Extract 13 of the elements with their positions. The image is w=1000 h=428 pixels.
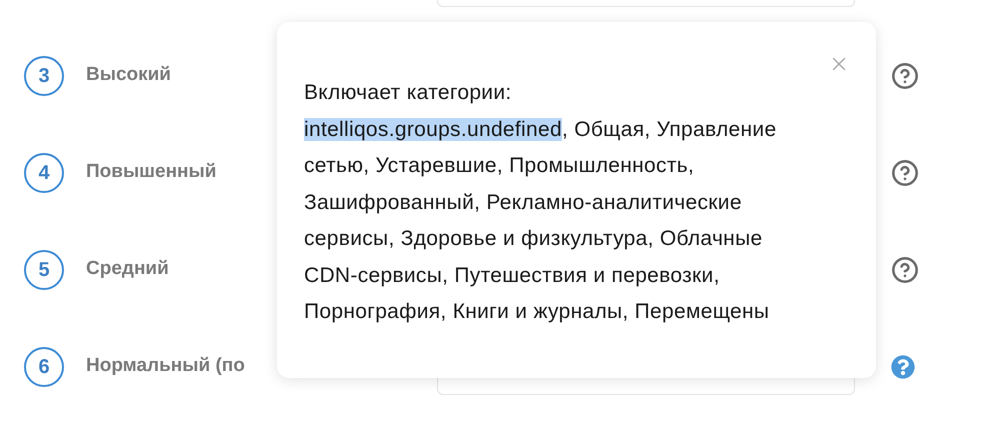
level-label: Нормальный (по — [86, 355, 245, 376]
popover-text: Включает категории: intelliqos.groups.undefined, Общая, Управление сетью, Устаревшие, Промышленность, Зашифрованный, Рекламно-аналитические сервисы, Здоровье и физкультура, Облачные CDN-сервисы, Путешествия и перевозки, Порнография, Книги и журналы, Перемещены — [304, 80, 778, 325]
level-number: 3 — [24, 56, 64, 96]
level-label: Повышенный — [86, 161, 216, 182]
help-icon[interactable] — [891, 354, 915, 378]
help-icon[interactable] — [891, 158, 919, 186]
level-number: 4 — [24, 152, 64, 192]
level-label: Средний — [86, 258, 169, 280]
help-icon[interactable] — [891, 62, 919, 90]
level-number: 5 — [24, 250, 64, 290]
level-number: 6 — [24, 346, 64, 386]
level-label: Высокий — [86, 64, 171, 86]
help-icon[interactable] — [891, 256, 919, 284]
